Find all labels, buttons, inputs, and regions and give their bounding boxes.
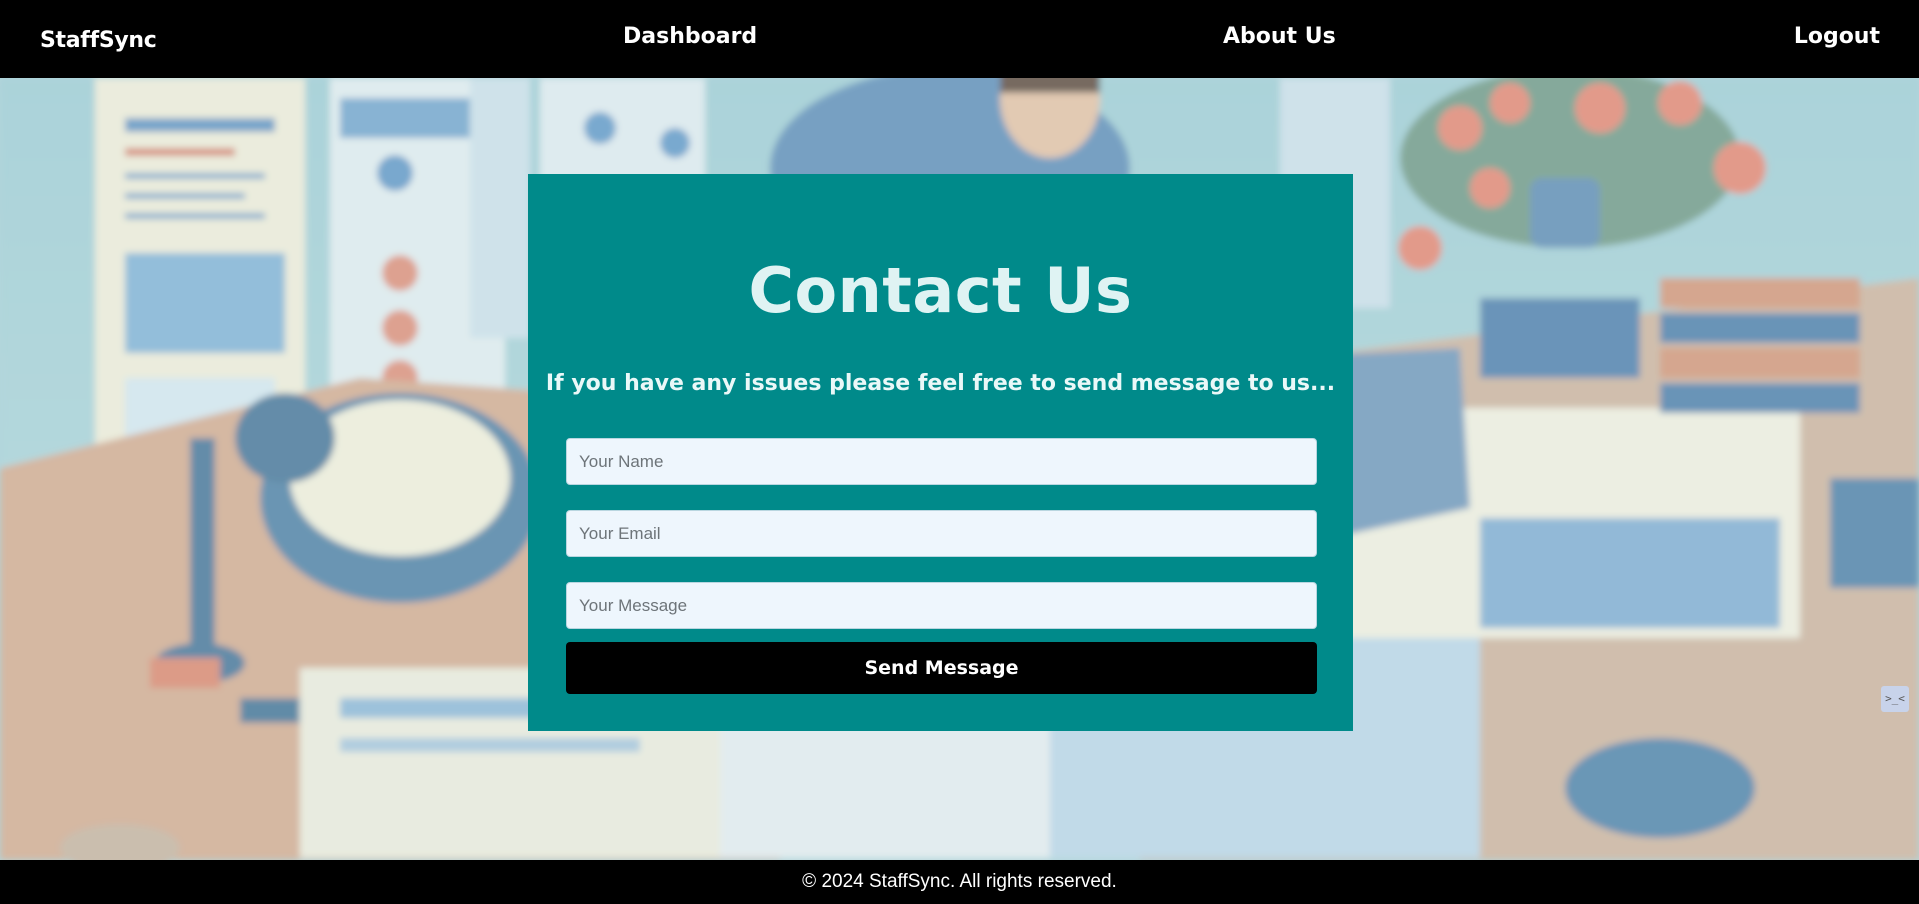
nav-about-link[interactable]: About Us xyxy=(1223,24,1336,49)
brand-logo[interactable]: StaffSync xyxy=(40,28,157,53)
contact-subtitle: If you have any issues please feel free … xyxy=(545,371,1336,396)
top-navbar: StaffSync Dashboard About Us Logout xyxy=(0,0,1919,78)
name-field[interactable] xyxy=(566,438,1317,485)
email-field[interactable] xyxy=(566,510,1317,557)
footer: © 2024 StaffSync. All rights reserved. xyxy=(0,860,1919,904)
nav-logout-link[interactable]: Logout xyxy=(1794,24,1880,49)
footer-copyright: © 2024 StaffSync. All rights reserved. xyxy=(802,871,1117,892)
send-message-button[interactable]: Send Message xyxy=(566,642,1317,694)
contact-card: Contact Us If you have any issues please… xyxy=(528,174,1353,731)
nav-dashboard-link[interactable]: Dashboard xyxy=(623,24,757,49)
floating-widget-icon[interactable]: >_< xyxy=(1881,686,1909,712)
contact-title: Contact Us xyxy=(748,254,1133,327)
message-field[interactable] xyxy=(566,582,1317,629)
